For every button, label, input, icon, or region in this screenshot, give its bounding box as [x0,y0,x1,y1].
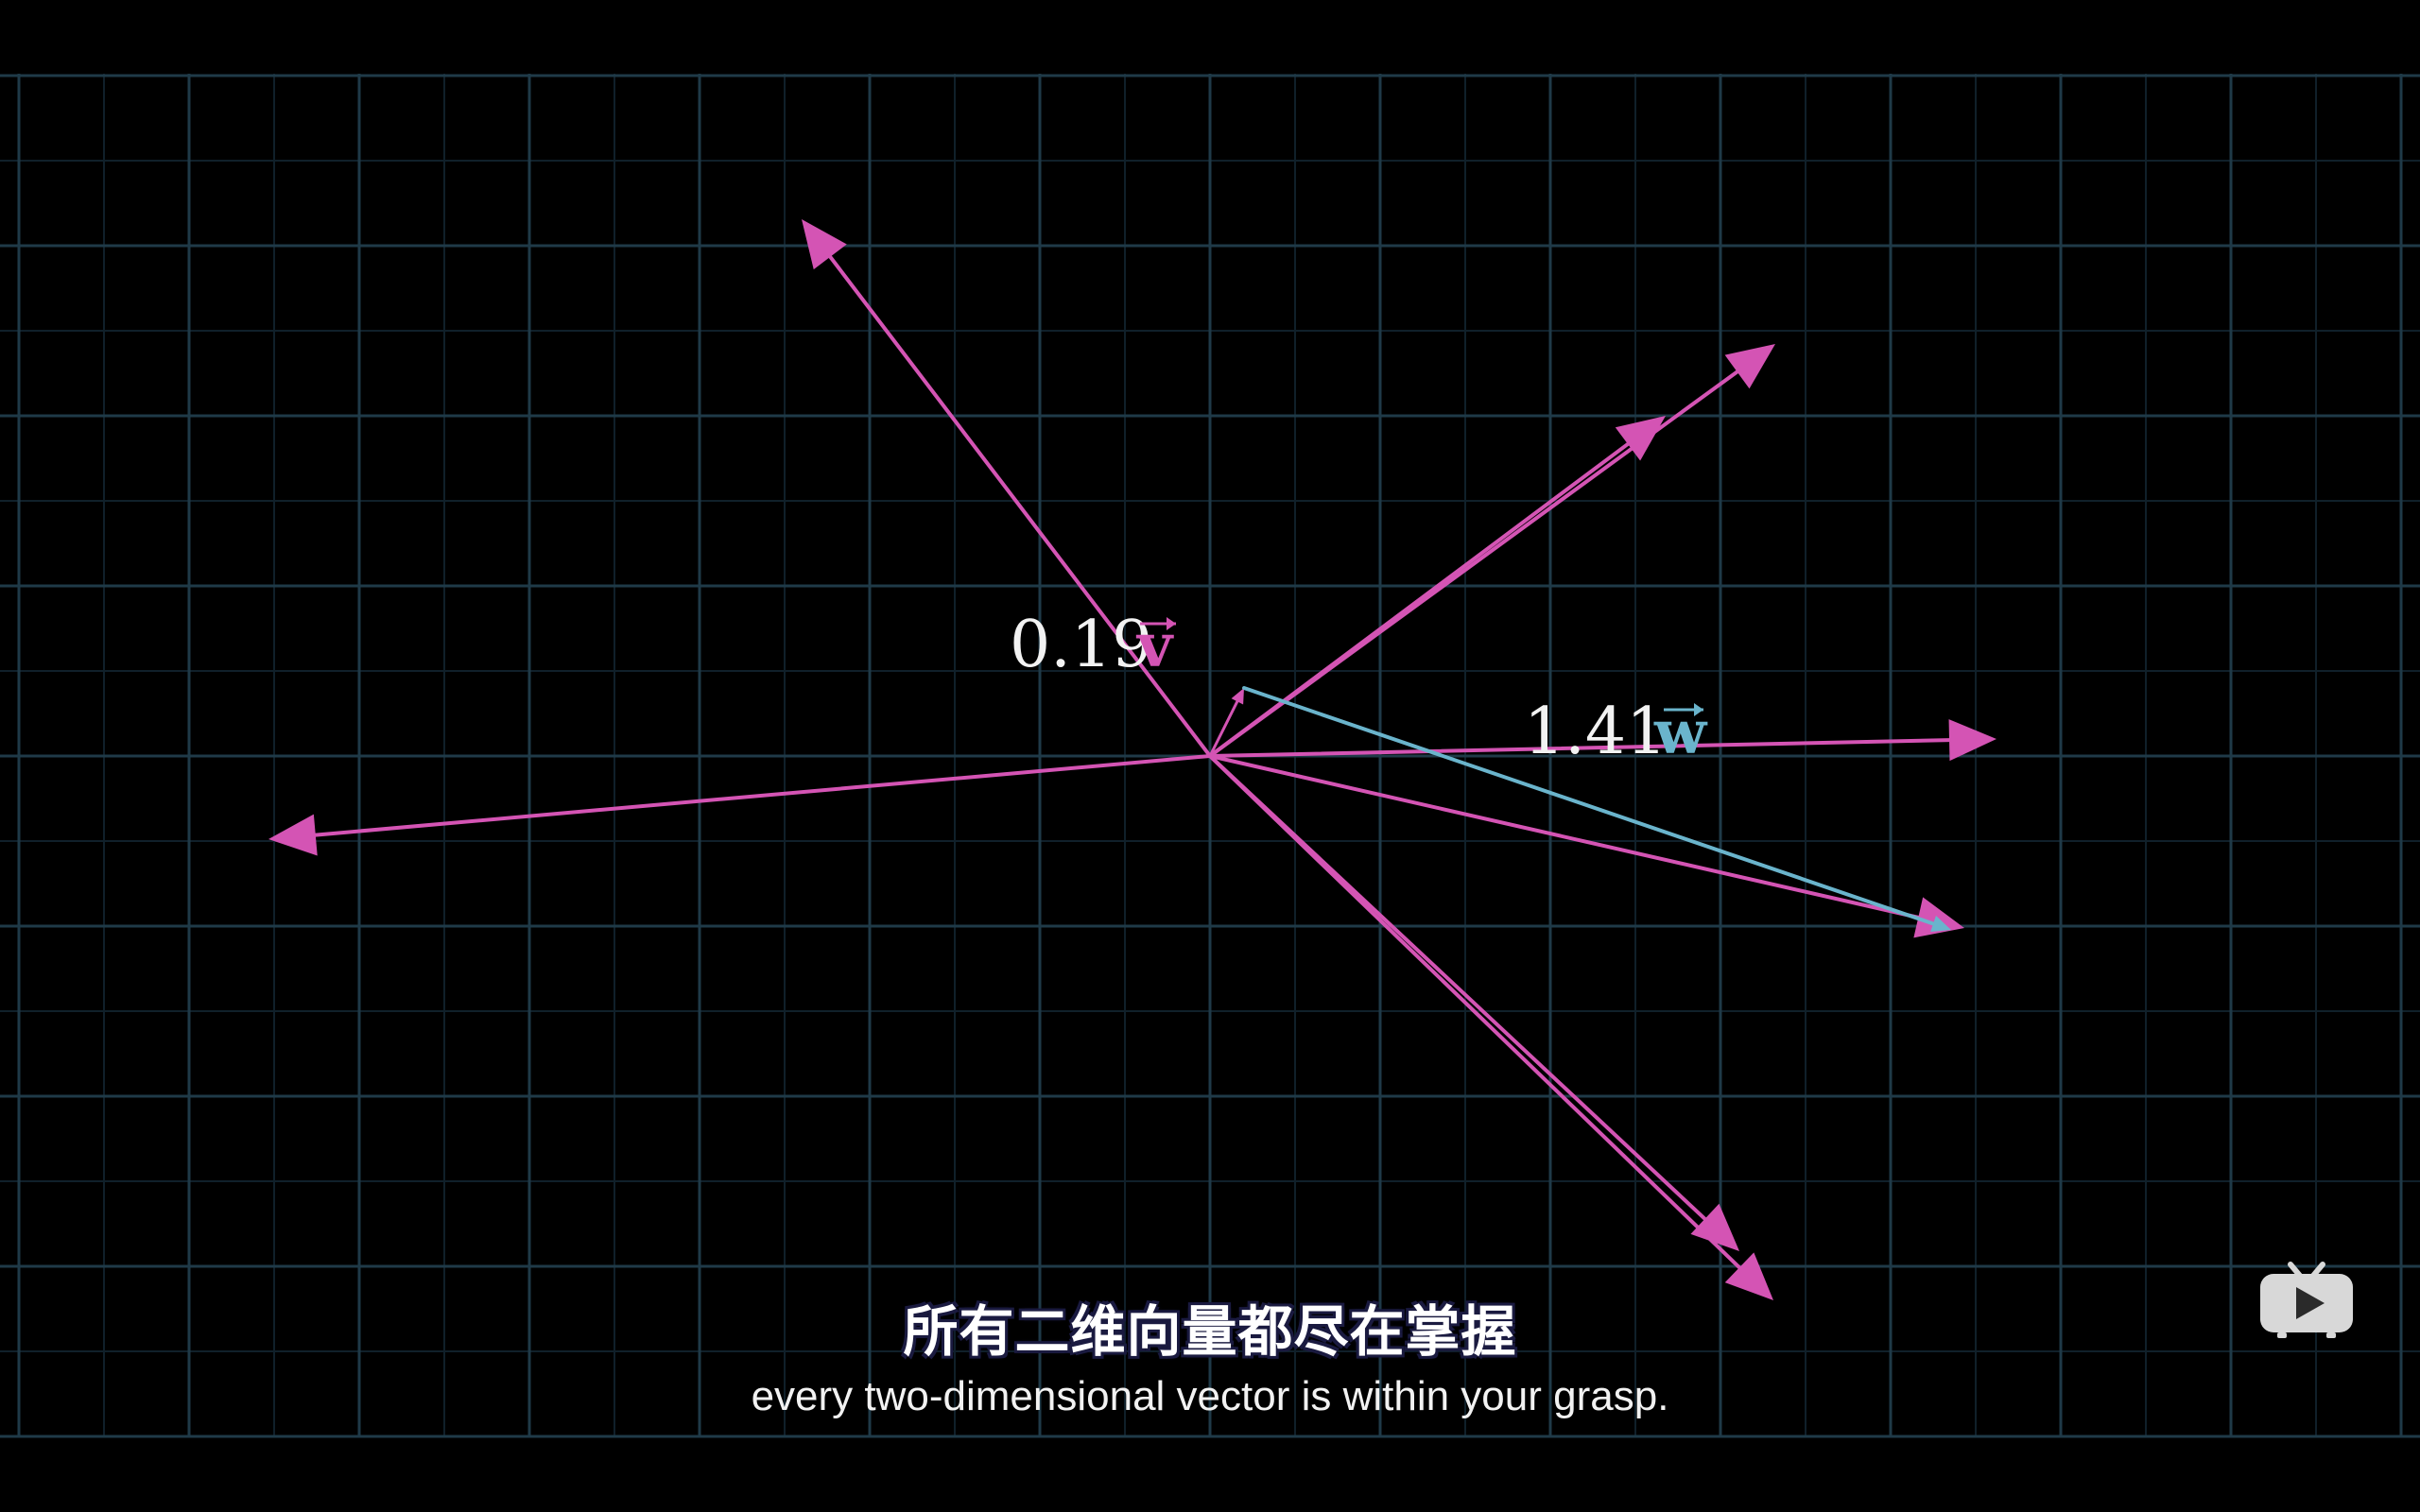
w-coefficient-label: 1.41 [1524,695,1667,769]
w-scaled-label: 1.41 w [1524,695,1708,769]
subtitle-chinese: 所有二维向量都尽在掌握 [903,1299,1517,1364]
v-coefficient-label: 0.19 [1010,608,1152,682]
vector-plane-scene: 0.19 v 1.41 w [0,0,2420,1512]
v-scaled-label: 0.19 v [1010,608,1176,682]
subtitle-english: every two-dimensional vector is within y… [751,1373,1669,1419]
bilibili-tv-icon [2260,1262,2353,1338]
